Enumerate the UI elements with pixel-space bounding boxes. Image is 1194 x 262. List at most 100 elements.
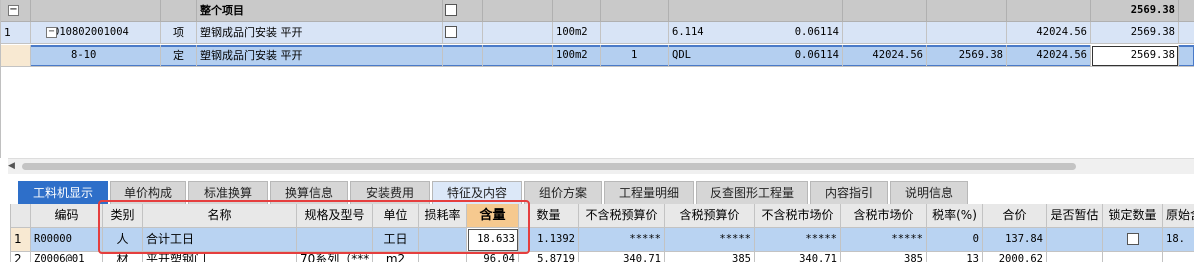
lock-qty-cell[interactable]: [1103, 228, 1163, 252]
resource-code: Z0006@01: [31, 252, 103, 262]
content-edit-field[interactable]: 18.633: [467, 228, 519, 252]
tab-standard-conversion[interactable]: 标准换算: [188, 181, 268, 205]
resource-unit: m2: [373, 252, 419, 262]
project-header-row[interactable]: − 整个项目 2569.38: [1, 0, 1194, 22]
empty-area: [1, 68, 1194, 158]
resource-spec: [297, 228, 373, 252]
quota-count: 1: [601, 45, 669, 67]
item-code-text: 010802001004: [53, 26, 129, 38]
tab-unit-price[interactable]: 单价构成: [110, 181, 186, 205]
resource-name: 合计工日: [143, 228, 297, 252]
row-number: 2: [11, 252, 31, 262]
detail-tab-bar: 工料机显示 单价构成 标准换算 换算信息 安装费用 特征及内容 组价方案 工程量…: [0, 178, 1194, 205]
resource-content: 96.04: [467, 252, 519, 262]
horizontal-scrollbar[interactable]: ◀: [8, 158, 1194, 174]
tab-install-fee[interactable]: 安装费用: [350, 181, 430, 205]
header-check-cell[interactable]: [443, 0, 483, 22]
tab-pricing-scheme[interactable]: 组价方案: [524, 181, 602, 205]
tab-material-machine[interactable]: 工料机显示: [18, 181, 108, 205]
resource-tax-rate: 0: [927, 228, 983, 252]
col-unit[interactable]: 单位: [373, 204, 419, 228]
item-combined: 2569.38: [1091, 22, 1179, 44]
col-provisional[interactable]: 是否暂估: [1047, 204, 1103, 228]
resource-row[interactable]: 1 R00000 人 合计工日 工日 18.633 1.1392 ***** *…: [11, 228, 1194, 252]
resource-original: 18.: [1163, 228, 1194, 252]
row-number: 1: [1, 22, 31, 44]
item-code: − 010802001004: [31, 22, 161, 44]
quota-combined-price: 2569.38: [927, 45, 1007, 67]
resource-grid: 编码 类别 名称 规格及型号 单位 损耗率 含量 数量 不含税预算价 含税预算价…: [10, 204, 1194, 262]
col-code[interactable]: 编码: [31, 204, 103, 228]
quota-unit-price: 42024.56: [843, 45, 927, 67]
col-name[interactable]: 名称: [143, 204, 297, 228]
resource-market-ex-tax: 340.71: [755, 252, 841, 262]
top-grid: − 整个项目 2569.38 1 − 010802001004 项 塑钢成品门安…: [0, 0, 1194, 158]
project-total: 2569.38: [1091, 0, 1179, 22]
row-number: 1: [11, 228, 31, 252]
header-code-cell: [31, 0, 161, 22]
col-category[interactable]: 类别: [103, 204, 143, 228]
item-qty-expr: 6.114: [669, 22, 733, 44]
resource-spec: 70系列（***: [297, 252, 373, 262]
resource-unit: 工日: [373, 228, 419, 252]
tab-quantity-detail[interactable]: 工程量明细: [604, 181, 694, 205]
quota-combined-edit[interactable]: 2569.38: [1091, 45, 1179, 67]
resource-budget-ex-tax: 340.71: [579, 252, 665, 262]
col-original[interactable]: 原始含: [1163, 204, 1194, 228]
header-type-cell: [161, 0, 197, 22]
collapse-icon[interactable]: −: [46, 27, 57, 38]
resource-budget-ex-tax: *****: [579, 228, 665, 252]
checkbox[interactable]: [445, 26, 457, 38]
col-spec[interactable]: 规格及型号: [297, 204, 373, 228]
col-loss-rate[interactable]: 损耗率: [419, 204, 467, 228]
tab-conversion-info[interactable]: 换算信息: [270, 181, 348, 205]
item-unit: 100m2: [553, 22, 601, 44]
resource-category: 人: [103, 228, 143, 252]
col-total[interactable]: 合价: [983, 204, 1047, 228]
tab-content-guide[interactable]: 内容指引: [810, 181, 888, 205]
col-content[interactable]: 含量: [467, 204, 519, 228]
col-market-ex-tax[interactable]: 不含税市场价: [755, 204, 841, 228]
project-title: 整个项目: [197, 0, 443, 22]
quota-name: 塑钢成品门安装 平开: [197, 45, 443, 67]
lock-qty-checkbox[interactable]: [1127, 233, 1139, 245]
col-tax-rate[interactable]: 税率(%): [927, 204, 983, 228]
resource-quantity: 1.1392: [519, 228, 579, 252]
resource-category: 材: [103, 252, 143, 262]
col-quantity[interactable]: 数量: [519, 204, 579, 228]
tab-features-content[interactable]: 特征及内容: [432, 181, 522, 205]
collapse-icon[interactable]: −: [8, 5, 19, 16]
resource-code: R00000: [31, 228, 103, 252]
quota-qty: 0.06114: [733, 45, 843, 67]
resource-market-inc-tax: 385: [841, 252, 927, 262]
resource-total: 137.84: [983, 228, 1047, 252]
scrollbar-thumb[interactable]: [22, 163, 1076, 170]
col-lock-qty[interactable]: 锁定数量: [1103, 204, 1163, 228]
col-budget-ex-tax[interactable]: 不含税预算价: [579, 204, 665, 228]
quota-type: 定: [161, 45, 197, 67]
bill-item-row[interactable]: 1 − 010802001004 项 塑钢成品门安装 平开 100m2 6.11…: [1, 22, 1194, 44]
col-market-inc-tax[interactable]: 含税市场价: [841, 204, 927, 228]
row-indicator: [1, 45, 31, 67]
checkbox[interactable]: [445, 4, 457, 16]
item-check-cell[interactable]: [443, 22, 483, 44]
item-name: 塑钢成品门安装 平开: [197, 22, 443, 44]
col-budget-inc-tax[interactable]: 含税预算价: [665, 204, 755, 228]
resource-row[interactable]: 2 Z0006@01 材 平开塑钢门 70系列（*** m2 96.04 5.8…: [11, 252, 1194, 262]
scroll-left-icon[interactable]: ◀: [8, 161, 15, 171]
resource-budget-inc-tax: *****: [665, 228, 755, 252]
item-type: 项: [161, 22, 197, 44]
resource-market-ex-tax: *****: [755, 228, 841, 252]
tab-description[interactable]: 说明信息: [890, 181, 968, 205]
resource-tax-rate: 13: [927, 252, 983, 262]
resource-market-inc-tax: *****: [841, 228, 927, 252]
tab-reverse-lookup[interactable]: 反查图形工程量: [696, 181, 808, 205]
resource-quantity: 5.8719: [519, 252, 579, 262]
resource-name: 平开塑钢门: [143, 252, 297, 262]
resource-grid-header: 编码 类别 名称 规格及型号 单位 损耗率 含量 数量 不含税预算价 含税预算价…: [11, 204, 1194, 228]
item-qty: 0.06114: [733, 22, 843, 44]
quota-row[interactable]: 8-10 定 塑钢成品门安装 平开 100m2 1 QDL 0.06114 42…: [1, 45, 1194, 67]
quota-unit: 100m2: [553, 45, 601, 67]
item-total-price: 42024.56: [1007, 22, 1091, 44]
quota-total-price: 42024.56: [1007, 45, 1091, 67]
